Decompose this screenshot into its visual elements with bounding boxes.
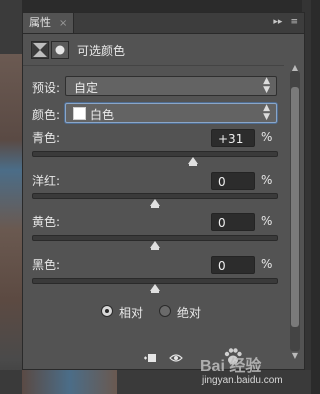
updown-arrow-icon: ▲ ▼ [263,103,270,122]
preset-select[interactable]: 自定 ▲ ▼ [65,76,277,96]
preset-value: 自定 [74,81,99,95]
relative-label[interactable]: 相对 [119,304,143,321]
magenta-label: 洋红: [32,174,61,188]
panel-footer [23,347,304,369]
black-unit: % [261,257,273,271]
adjustment-layer-icon[interactable] [31,41,49,59]
colors-label: 颜色: [32,108,61,122]
layer-mask-icon[interactable] [51,41,69,59]
properties-panel: 属性 × ▸▸ ≡ 可选颜色 预设: 自定 ▲ ▼ 颜色: 白色 ▲ ▼ 青色:… [22,12,305,370]
scrollbar-thumb[interactable] [291,87,299,327]
tab-label: 属性 [29,16,51,29]
absolute-radio[interactable] [159,305,171,317]
yellow-slider-track[interactable] [32,235,278,250]
colors-value: 白色 [90,108,115,122]
divider [23,65,284,66]
color-swatch [73,107,86,120]
tab-properties[interactable]: 属性 × [23,13,75,33]
eye-icon[interactable] [169,351,183,365]
black-slider-thumb[interactable] [150,284,160,293]
watermark-brand: Bai 经验 [200,358,262,375]
magenta-slider-track[interactable] [32,193,278,208]
yellow-slider-thumb[interactable] [150,241,160,250]
background-photo-bottom [22,370,117,394]
black-slider-track[interactable] [32,278,278,293]
panel-controls: ▸▸ ≡ [265,17,298,27]
cyan-unit: % [261,130,273,144]
yellow-unit: % [261,214,273,228]
cyan-slider-thumb[interactable] [187,157,198,166]
panel-scrollbar[interactable] [290,71,300,351]
magenta-value-input[interactable]: 0 [211,172,255,190]
panel-tabbar: 属性 × ▸▸ ≡ [23,13,304,34]
colors-select[interactable]: 白色 ▲ ▼ [65,103,277,123]
watermark-url: jingyan.baidu.com [202,375,283,386]
cyan-value-input[interactable]: +31 [211,129,255,147]
cyan-label: 青色: [32,131,61,145]
close-icon[interactable]: × [59,18,67,29]
relative-radio[interactable] [101,305,113,317]
preset-label: 预设: [32,81,61,95]
clip-to-layer-icon[interactable] [143,351,157,365]
collapse-icon[interactable]: ▸▸ [273,17,282,27]
yellow-value-input[interactable]: 0 [211,213,255,231]
cyan-slider-track[interactable] [32,151,278,166]
background-photo-left [0,0,22,394]
updown-arrow-icon: ▲ ▼ [263,76,270,95]
yellow-label: 黄色: [32,215,61,229]
panel-menu-icon[interactable]: ≡ [290,17,298,27]
adjustment-title: 可选颜色 [77,44,126,58]
absolute-label[interactable]: 绝对 [177,304,201,321]
magenta-slider-thumb[interactable] [150,199,160,208]
black-value-input[interactable]: 0 [211,256,255,274]
black-label: 黑色: [32,258,61,272]
magenta-unit: % [261,173,273,187]
